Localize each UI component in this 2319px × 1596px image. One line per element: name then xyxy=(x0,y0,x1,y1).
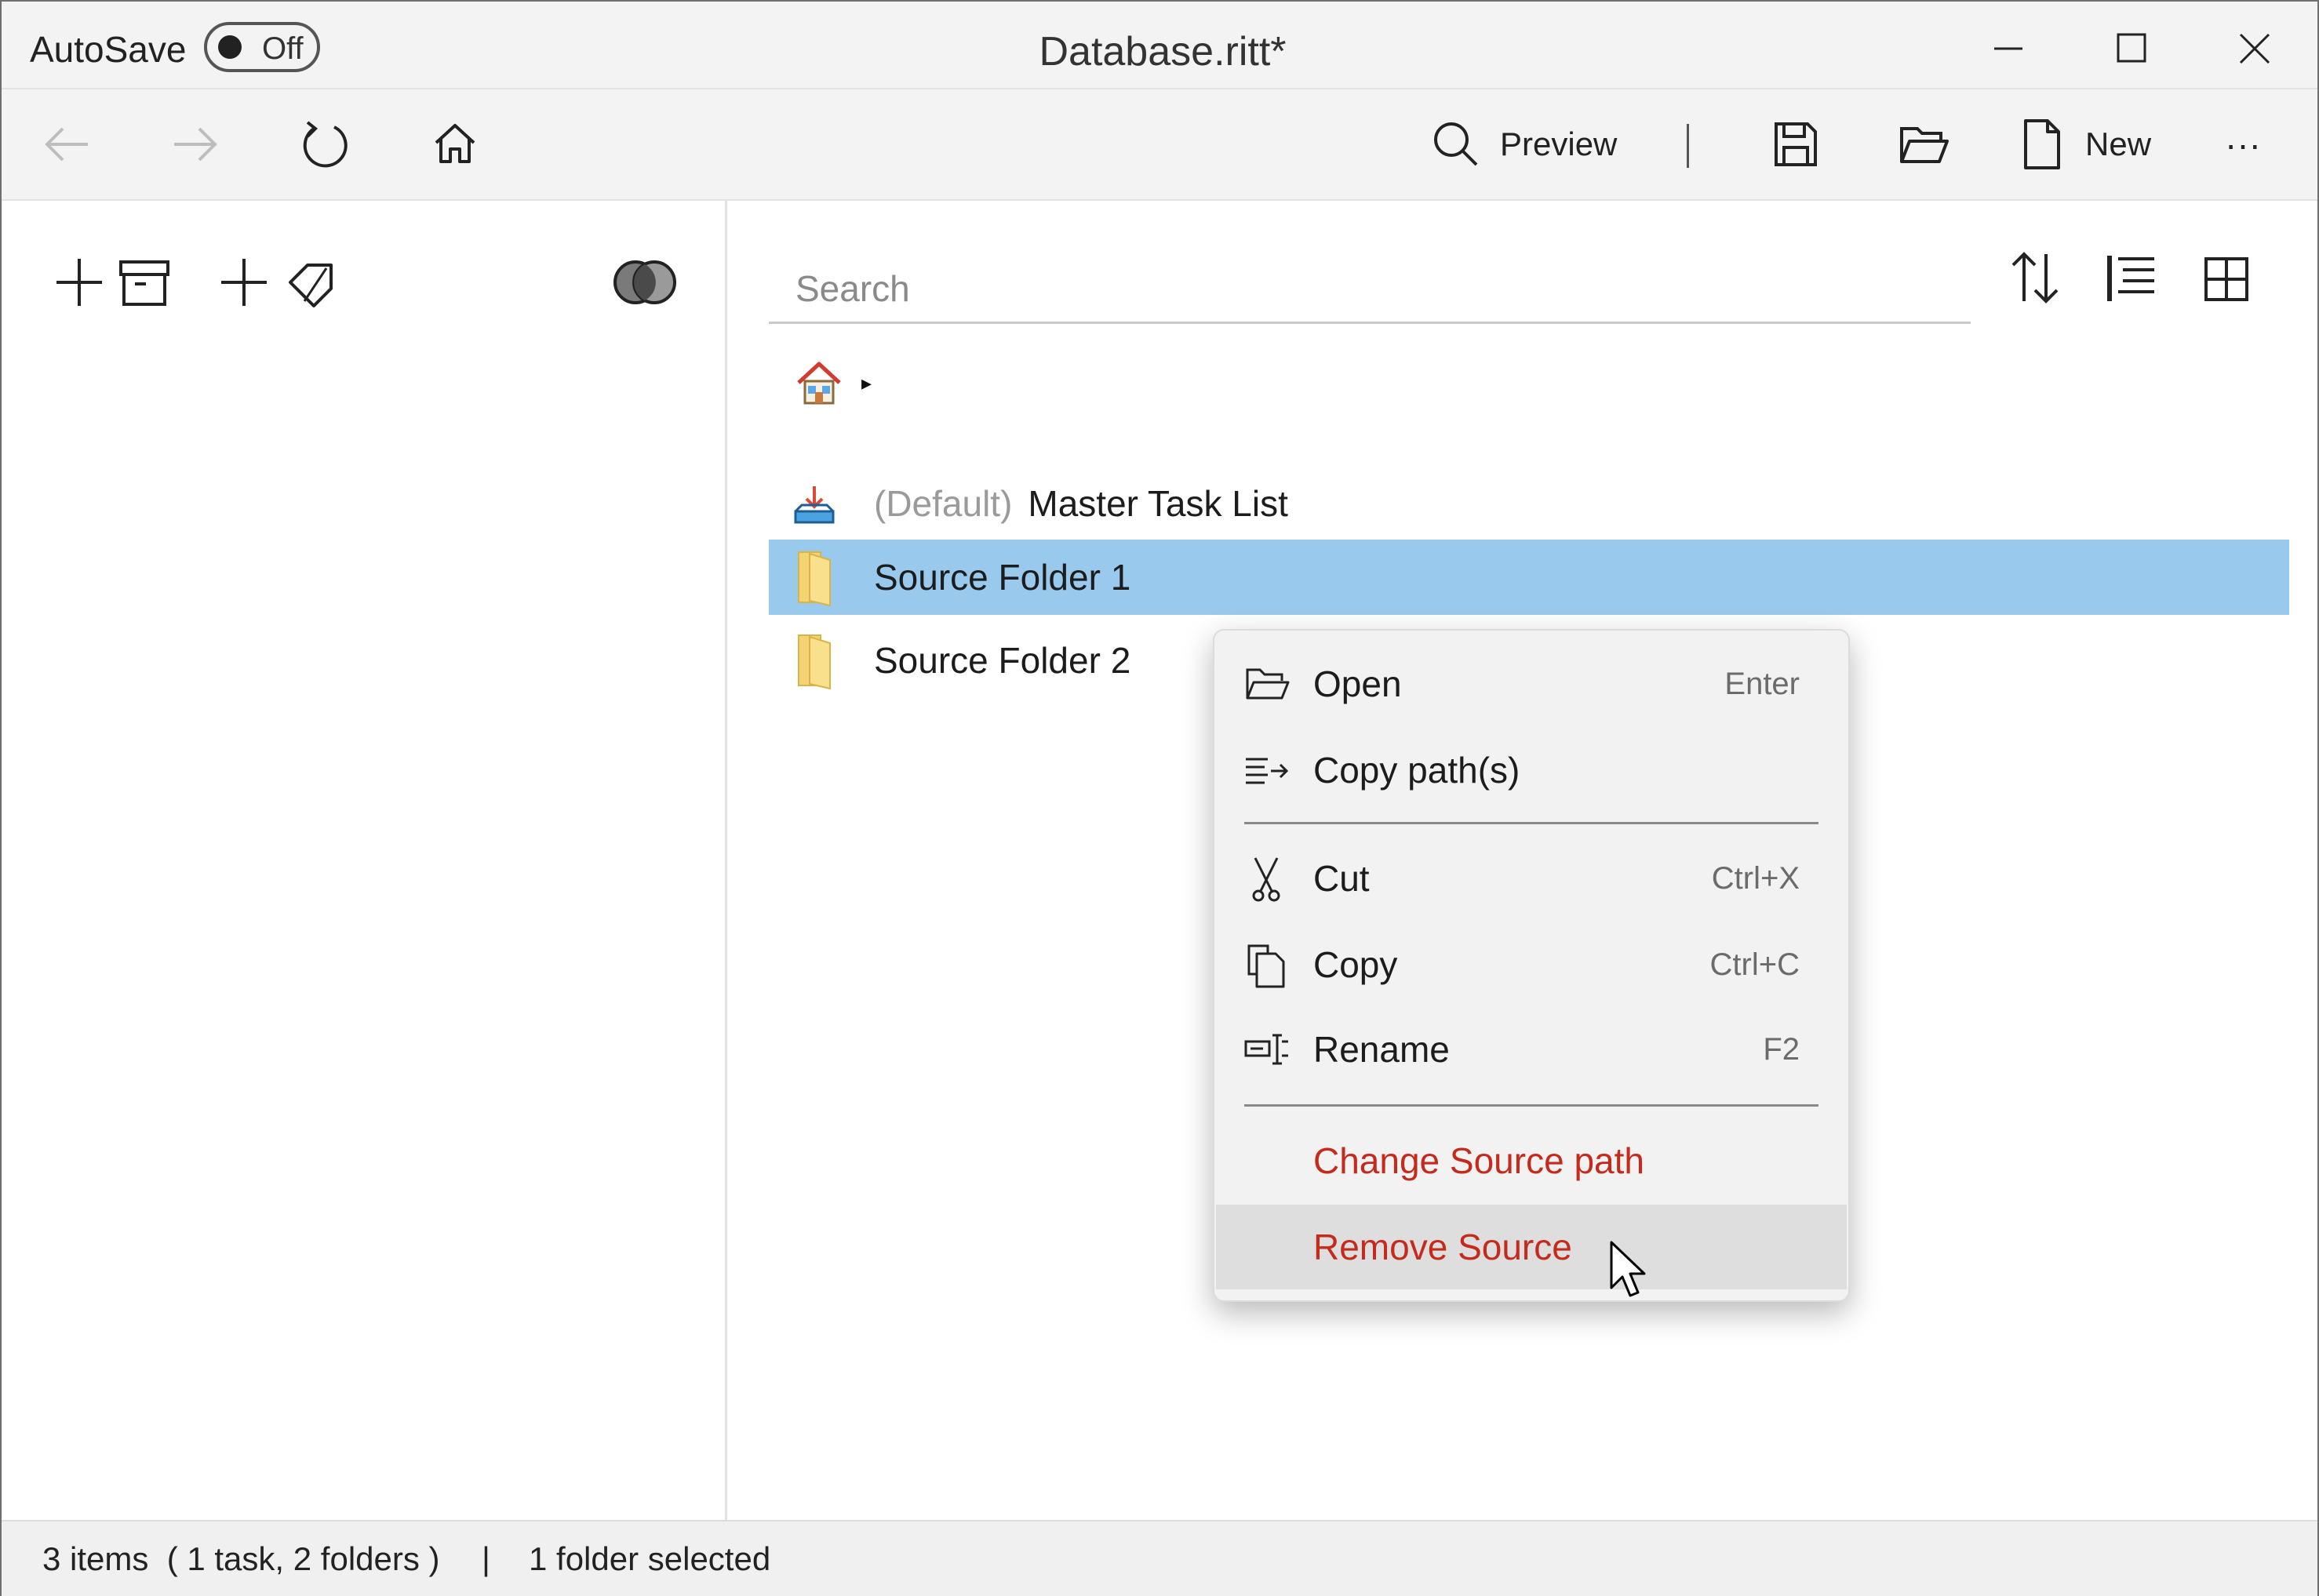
overlap-circles-icon xyxy=(613,260,676,304)
menu-item-label: Remove Source xyxy=(1313,1227,1572,1267)
save-button[interactable] xyxy=(1764,105,1826,184)
maximize-button[interactable] xyxy=(2101,17,2164,80)
more-options-button[interactable]: ··· xyxy=(2225,105,2261,184)
maximize-icon xyxy=(2117,33,2146,63)
more-icon: ··· xyxy=(2225,124,2261,165)
toolbar: Preview New ··· xyxy=(2,89,2317,201)
list-item-source-folder-1[interactable]: Source Folder 1 xyxy=(769,540,2289,615)
task-list-icon xyxy=(791,472,838,535)
status-separator: | xyxy=(482,1540,490,1577)
copy-path-icon xyxy=(1241,745,1291,795)
menu-item-shortcut: Enter xyxy=(1724,666,1800,701)
selection-status: 1 folder selected xyxy=(529,1540,771,1577)
home-colored-icon[interactable] xyxy=(794,358,844,408)
menu-item-cut[interactable]: Cut Ctrl+X xyxy=(1216,836,1847,921)
save-icon xyxy=(1775,122,1817,166)
home-icon xyxy=(435,124,475,163)
search-icon xyxy=(1434,122,1478,166)
menu-separator xyxy=(1244,1104,1818,1107)
folder-open-icon xyxy=(1241,659,1291,709)
list-view-button[interactable] xyxy=(2099,243,2162,318)
back-button[interactable] xyxy=(36,105,99,184)
search-input[interactable] xyxy=(769,262,1946,315)
refresh-icon xyxy=(303,121,348,168)
arrow-left-icon xyxy=(45,127,88,162)
scissors-icon xyxy=(1241,853,1291,903)
title-bar: AutoSave Off Database.ritt* xyxy=(2,2,2317,89)
preview-button[interactable]: Preview xyxy=(1428,105,1617,184)
menu-item-label: Cut xyxy=(1313,858,1370,899)
add-archive-icon xyxy=(56,259,169,306)
merge-button[interactable] xyxy=(610,249,681,319)
grid-view-button[interactable] xyxy=(2195,243,2258,318)
list-item-label: Source Folder 1 xyxy=(874,557,1131,598)
autosave-toggle[interactable]: Off xyxy=(204,22,320,72)
refresh-button[interactable] xyxy=(293,105,356,184)
new-label: New xyxy=(2085,125,2152,162)
close-button[interactable] xyxy=(2223,17,2286,80)
list-view-icon xyxy=(2107,256,2154,301)
left-pane xyxy=(2,201,727,1520)
menu-separator xyxy=(1244,822,1818,824)
add-tag-button[interactable] xyxy=(218,249,344,319)
toggle-knob xyxy=(218,35,242,59)
menu-item-label: Change Source path xyxy=(1313,1140,1644,1181)
status-bar: 3 items ( 1 task, 2 folders ) | 1 folder… xyxy=(2,1520,2317,1596)
breadcrumb-separator[interactable]: ▸ xyxy=(861,371,872,395)
autosave-label: AutoSave xyxy=(30,29,187,70)
new-document-icon xyxy=(2024,119,2060,169)
add-archive-button[interactable] xyxy=(53,249,179,319)
list-item-label: Master Task List xyxy=(1028,483,1288,524)
search-box[interactable] xyxy=(769,256,1971,324)
menu-item-label: Copy path(s) xyxy=(1313,750,1520,791)
minimize-icon xyxy=(1994,47,2022,50)
toolbar-separator xyxy=(1687,124,1689,168)
mouse-cursor-icon xyxy=(1608,1239,1647,1303)
add-tag-icon xyxy=(221,259,333,307)
menu-item-rename[interactable]: Rename F2 xyxy=(1216,1007,1847,1092)
autosave-state: Off xyxy=(262,31,304,66)
home-button[interactable] xyxy=(424,105,486,184)
folder-open-icon xyxy=(1900,127,1949,163)
menu-item-label: Copy xyxy=(1313,944,1398,985)
menu-item-remove-source[interactable]: Remove Source xyxy=(1216,1205,1847,1289)
breadcrumb: ▸ xyxy=(794,358,872,408)
folder-icon xyxy=(791,629,838,692)
sort-icon xyxy=(2011,252,2059,304)
menu-item-shortcut: Ctrl+X xyxy=(1711,860,1800,896)
menu-item-change-source-path[interactable]: Change Source path xyxy=(1216,1118,1847,1203)
items-summary: 3 items ( 1 task, 2 folders ) xyxy=(42,1540,440,1577)
menu-item-copy-paths[interactable]: Copy path(s) xyxy=(1216,728,1847,813)
menu-item-shortcut: Ctrl+C xyxy=(1709,947,1800,982)
window-title: Database.ritt* xyxy=(1039,29,1287,75)
menu-item-label: Rename xyxy=(1313,1029,1450,1070)
default-prefix: (Default) xyxy=(874,483,1013,524)
open-button[interactable] xyxy=(1892,105,1955,184)
folder-icon xyxy=(791,546,838,609)
menu-item-label: Open xyxy=(1313,663,1402,704)
copy-icon xyxy=(1241,940,1291,990)
forward-button[interactable] xyxy=(163,105,226,184)
preview-label: Preview xyxy=(1500,125,1618,162)
grid-view-icon xyxy=(2204,257,2248,301)
menu-item-shortcut: F2 xyxy=(1763,1031,1800,1067)
context-menu: Open Enter Copy path(s) Cut Ctrl+X Copy … xyxy=(1213,629,1850,1302)
minimize-button[interactable] xyxy=(1977,17,2040,80)
sort-button[interactable] xyxy=(2004,243,2066,318)
list-item-master-task-list[interactable]: (Default) Master Task List xyxy=(769,466,2289,541)
arrow-right-icon xyxy=(174,127,217,162)
new-button[interactable]: New xyxy=(2013,105,2151,184)
menu-item-open[interactable]: Open Enter xyxy=(1216,642,1847,726)
menu-item-copy[interactable]: Copy Ctrl+C xyxy=(1216,922,1847,1007)
rename-icon xyxy=(1241,1024,1291,1074)
close-icon xyxy=(2239,33,2270,64)
list-item-label: Source Folder 2 xyxy=(874,640,1131,681)
